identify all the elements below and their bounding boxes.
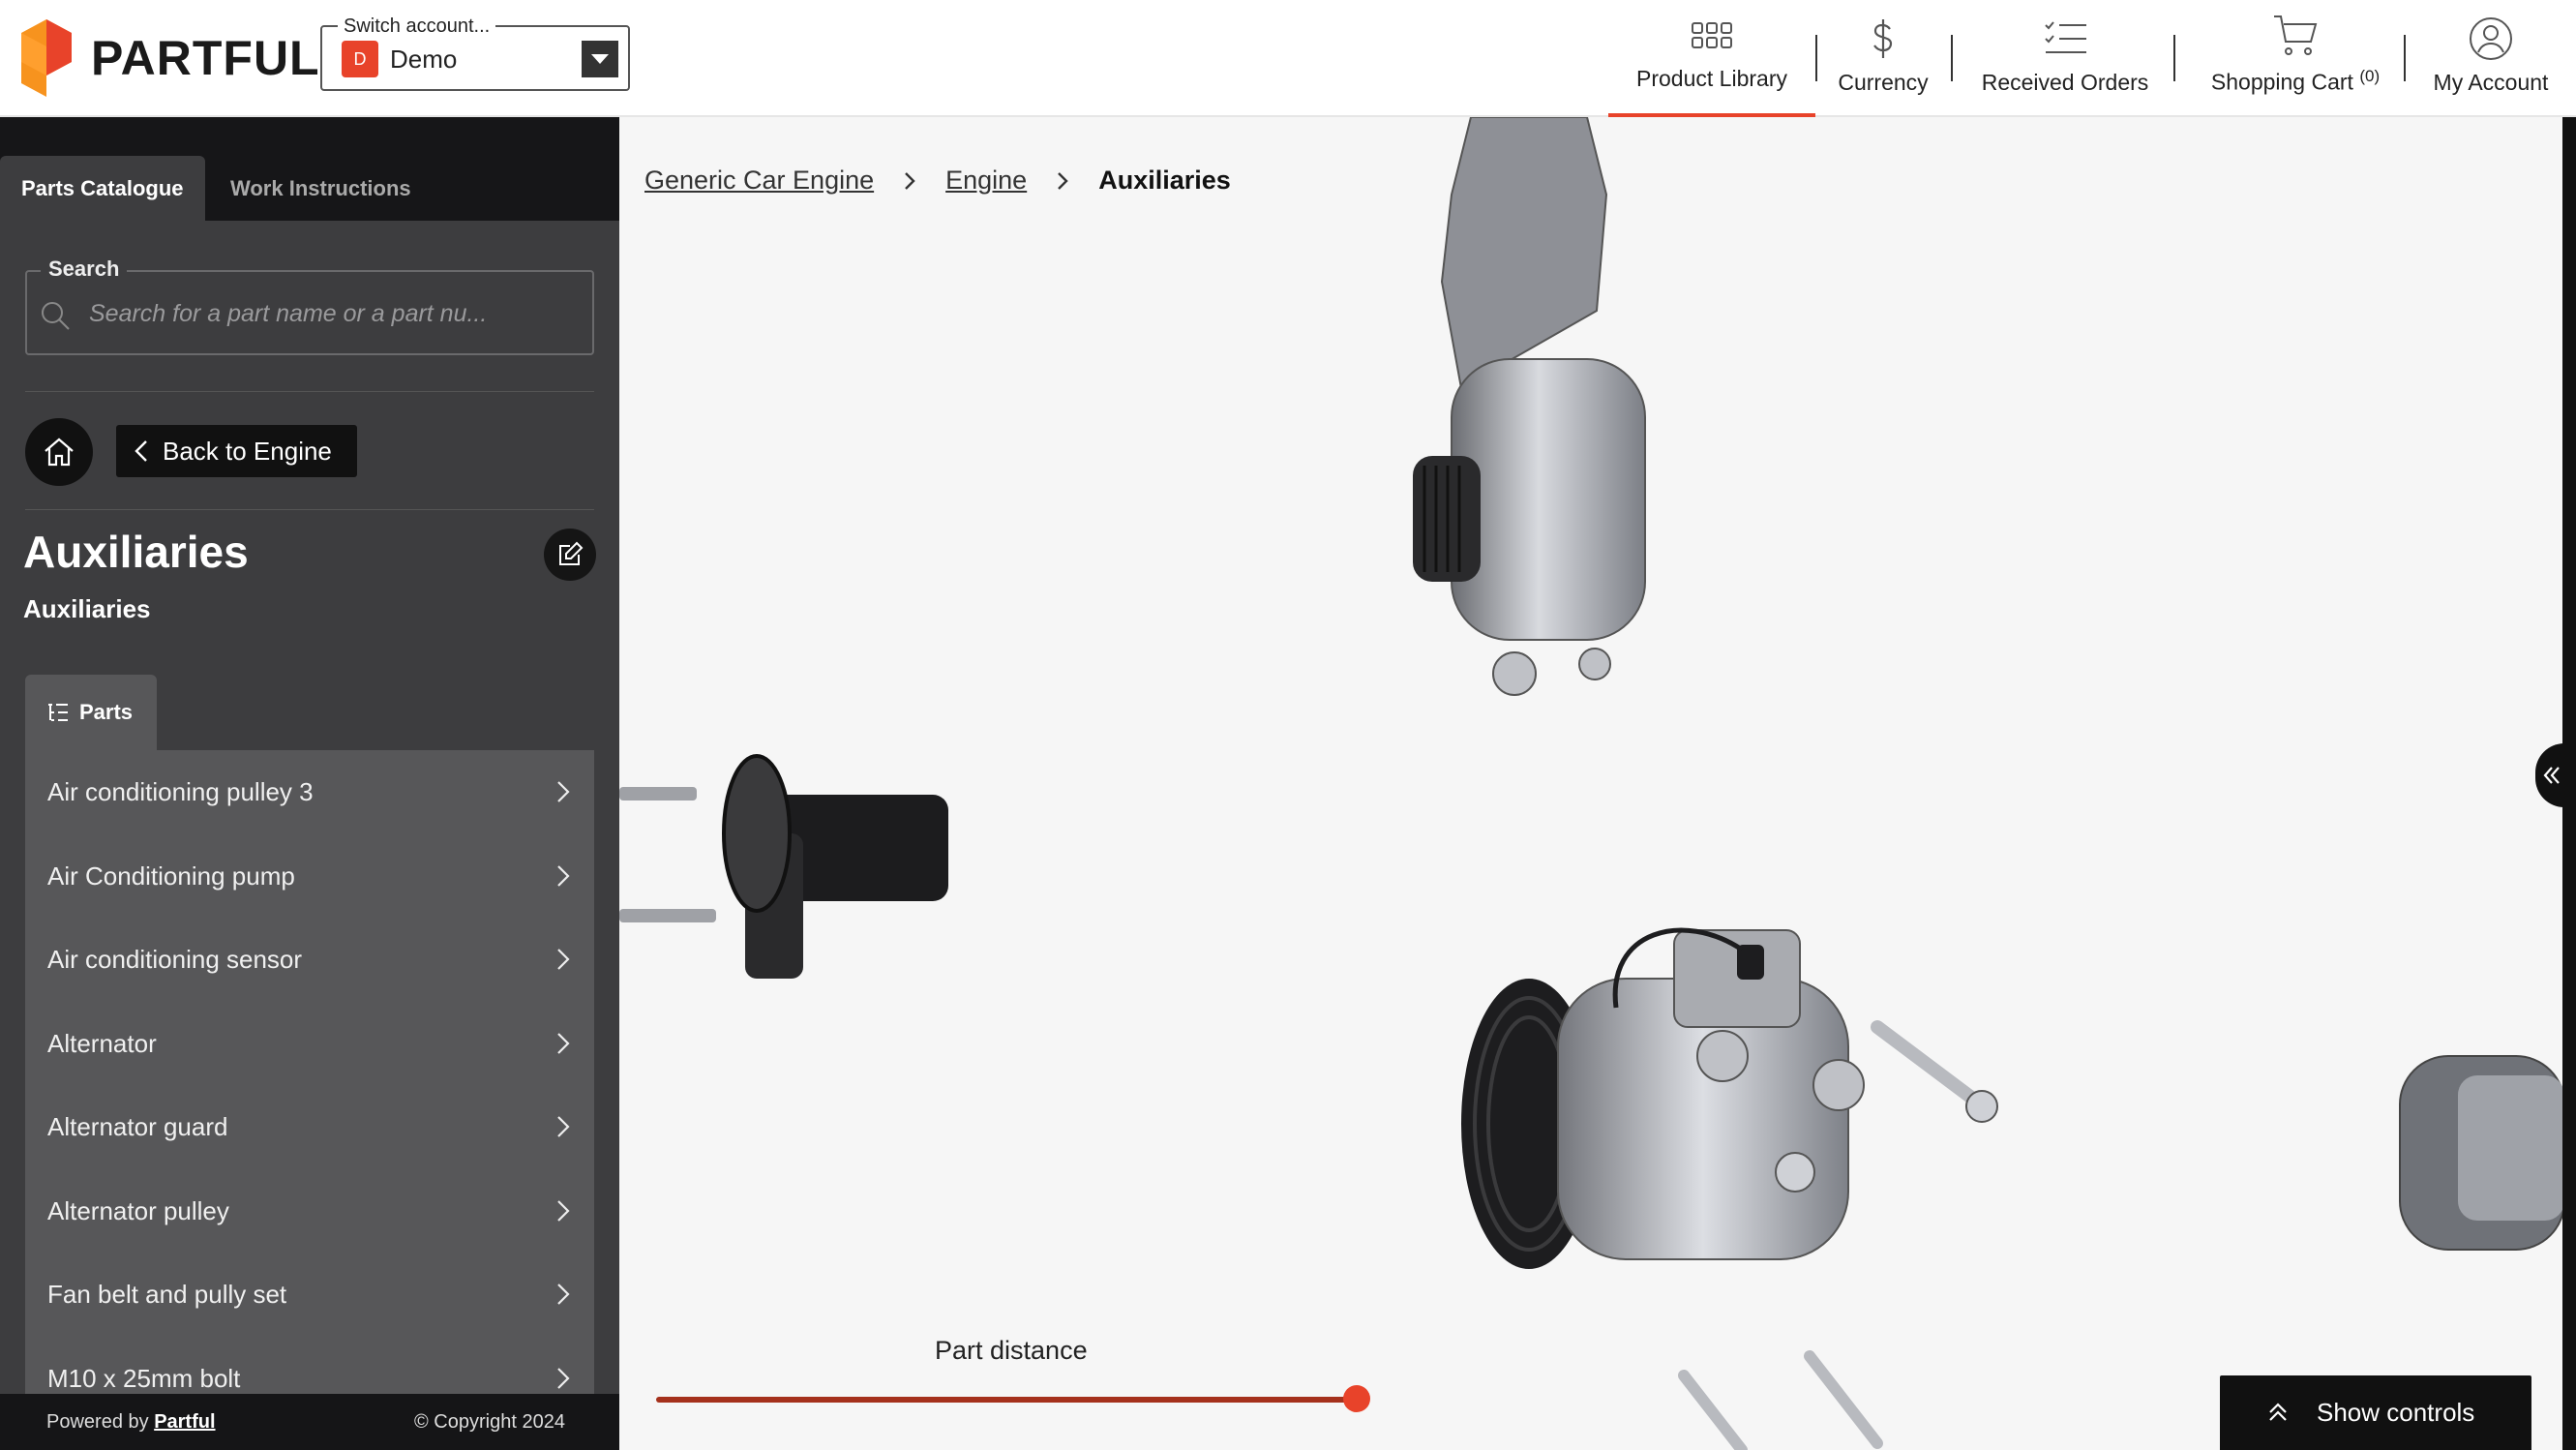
copyright: © Copyright 2024 <box>414 1411 565 1433</box>
list-icon <box>48 704 68 721</box>
powered-by: Powered by Partful <box>46 1411 216 1434</box>
part-distance-slider-track[interactable] <box>656 1397 1357 1403</box>
part-name: Air conditioning pulley 3 <box>47 776 314 806</box>
brand-name: PARTFUL <box>91 31 320 85</box>
edit-button[interactable] <box>544 529 596 581</box>
part-name: Air Conditioning pump <box>47 861 295 891</box>
home-button[interactable] <box>25 418 93 486</box>
list-item[interactable]: Alternator pulley <box>25 1169 594 1253</box>
sidebar-tabs: Parts Catalogue Work Instructions <box>0 117 619 221</box>
starter-motor-render[interactable] <box>2361 930 2564 1259</box>
nav-received-orders-label: Received Orders <box>1981 70 2149 95</box>
sidebar: Parts Catalogue Work Instructions Search… <box>0 117 619 1450</box>
parts-list: Air conditioning pulley 3 Air Conditioni… <box>25 750 594 1450</box>
chevron-right-icon <box>557 1200 570 1222</box>
tab-parts[interactable]: Parts <box>25 675 157 750</box>
search-field[interactable]: Search <box>25 257 594 355</box>
list-item[interactable]: Air conditioning pulley 3 <box>25 750 594 833</box>
powered-by-text: Powered by <box>46 1411 149 1433</box>
grid-icon <box>1692 22 1732 48</box>
list-item[interactable]: Air Conditioning pump <box>25 834 594 918</box>
partful-logo-icon <box>21 19 72 97</box>
part-distance-slider-thumb[interactable] <box>1343 1385 1370 1412</box>
nav-shopping-cart-text: Shopping Cart <box>2210 70 2353 95</box>
part-name: M10 x 25mm bolt <box>47 1363 241 1393</box>
show-controls-button[interactable]: Show controls <box>2220 1375 2531 1450</box>
part-name: Alternator guard <box>47 1111 228 1141</box>
top-header: PARTFUL Switch account... D Demo Product… <box>0 0 2576 117</box>
search-label: Search <box>41 257 128 282</box>
breadcrumb: Generic Car Engine Engine Auxiliaries <box>644 166 1231 196</box>
back-to-engine-button[interactable]: Back to Engine <box>116 425 357 477</box>
assembly-subtitle: Auxiliaries <box>23 594 151 623</box>
nav-product-library-label: Product Library <box>1636 66 1787 91</box>
breadcrumb-current: Auxiliaries <box>1098 166 1231 195</box>
tab-parts-label: Parts <box>79 700 134 724</box>
nav-divider <box>2404 35 2406 81</box>
nav-my-account[interactable]: My Account <box>2423 0 2559 117</box>
home-icon <box>45 438 74 467</box>
nav-my-account-label: My Account <box>2433 70 2549 95</box>
search-input[interactable] <box>89 293 573 334</box>
nav-divider <box>1815 35 1817 81</box>
chevron-left-icon <box>135 440 147 462</box>
cart-icon <box>2274 15 2318 56</box>
assembly-title: Auxiliaries <box>23 527 249 577</box>
double-chevron-up-icon <box>2269 1403 2287 1421</box>
switch-account-select[interactable]: Switch account... D Demo <box>320 15 630 91</box>
nav-currency[interactable]: Currency <box>1835 0 1932 117</box>
part-name: Fan belt and pully set <box>47 1279 287 1309</box>
tab-work-instructions[interactable]: Work Instructions <box>209 156 433 221</box>
partful-logo[interactable]: PARTFUL <box>21 19 320 97</box>
sidebar-divider <box>25 391 594 392</box>
part-name: Alternator <box>47 1028 157 1058</box>
nav-product-library[interactable]: Product Library <box>1608 0 1815 117</box>
switch-account-label: Switch account... <box>338 15 496 38</box>
chevron-right-icon <box>557 949 570 970</box>
chevron-right-icon <box>557 1284 570 1305</box>
account-avatar: D <box>342 41 378 77</box>
3d-viewer[interactable]: Generic Car Engine Engine Auxiliaries Pa… <box>619 117 2564 1450</box>
search-icon <box>42 302 70 330</box>
partful-link[interactable]: Partful <box>154 1411 215 1433</box>
dollar-icon <box>1873 19 1893 58</box>
breadcrumb-generic-car-engine[interactable]: Generic Car Engine <box>644 166 874 196</box>
account-name: Demo <box>390 45 458 74</box>
chevron-down-icon[interactable] <box>582 41 618 77</box>
sidebar-footer: Powered by Partful © Copyright 2024 <box>0 1394 619 1450</box>
list-item[interactable]: Alternator guard <box>25 1085 594 1168</box>
list-item[interactable]: Air conditioning sensor <box>25 918 594 1001</box>
sidebar-divider <box>25 509 594 510</box>
nav-divider <box>2173 35 2175 81</box>
nav-currency-label: Currency <box>1838 70 1929 95</box>
cart-count-badge: (0) <box>2359 67 2381 86</box>
breadcrumb-engine[interactable]: Engine <box>945 166 1027 196</box>
show-controls-label: Show controls <box>2317 1398 2475 1427</box>
nav-divider <box>1951 35 1953 81</box>
part-distance-label: Part distance <box>935 1336 1088 1365</box>
chevron-right-icon <box>1058 171 1068 190</box>
nav-shopping-cart[interactable]: Shopping Cart (0) <box>2193 0 2398 117</box>
alternator-render[interactable] <box>1355 117 1703 717</box>
user-icon <box>2470 17 2512 60</box>
chevron-right-icon <box>557 865 570 887</box>
double-chevron-left-icon <box>2543 767 2560 784</box>
chevron-right-icon <box>557 1116 570 1137</box>
list-item[interactable]: Fan belt and pully set <box>25 1253 594 1336</box>
part-name: Air conditioning sensor <box>47 944 303 974</box>
nav-received-orders[interactable]: Received Orders <box>1970 0 2160 117</box>
part-name: Alternator pulley <box>47 1195 229 1225</box>
ac-pump-render[interactable] <box>1452 891 2071 1450</box>
pulley-bracket-render[interactable] <box>619 688 987 1056</box>
checklist-icon <box>2045 21 2086 53</box>
chevron-right-icon <box>557 1033 570 1054</box>
chevron-right-icon <box>905 171 915 190</box>
list-item[interactable]: Alternator <box>25 1002 594 1085</box>
back-to-engine-label: Back to Engine <box>163 436 332 466</box>
edit-icon <box>559 541 584 565</box>
nav-shopping-cart-label: Shopping Cart (0) <box>2211 67 2380 96</box>
tab-parts-catalogue[interactable]: Parts Catalogue <box>0 156 205 221</box>
chevron-right-icon <box>557 1368 570 1389</box>
chevron-right-icon <box>557 781 570 802</box>
